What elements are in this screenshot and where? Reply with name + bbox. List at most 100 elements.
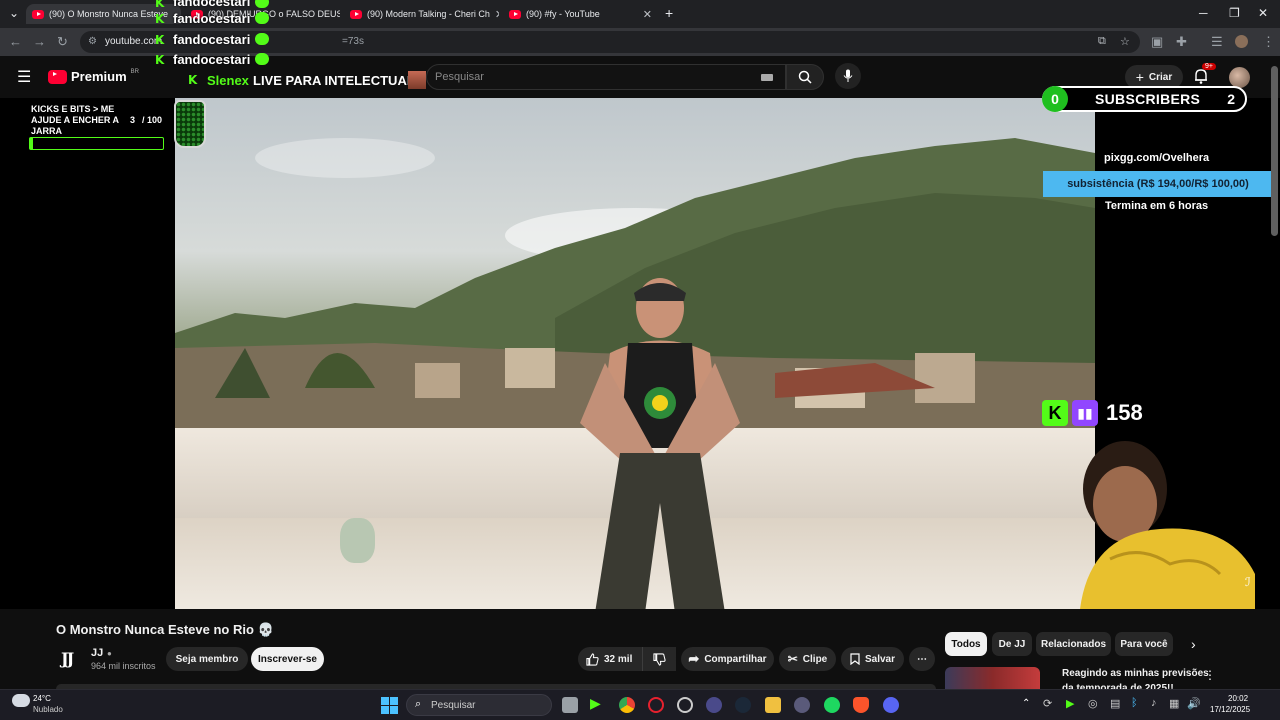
spotify-icon[interactable] [824, 697, 840, 713]
tray-overflow-icon[interactable]: ⌃ [1022, 698, 1030, 709]
close-window-icon[interactable]: ✕ [1258, 6, 1268, 20]
maximize-icon[interactable]: ❐ [1229, 6, 1240, 20]
browser-menu-icon[interactable]: ⋮ [1262, 34, 1275, 50]
goal-progress: 3 [130, 115, 136, 125]
chip-label: Todos [951, 638, 981, 650]
network-icon[interactable]: ▦ [1169, 697, 1179, 710]
video-title-text: O Monstro Nunca Esteve no Rio [56, 622, 254, 637]
save-button[interactable]: Salvar [841, 647, 904, 671]
keyboard-icon[interactable] [761, 74, 773, 81]
forward-icon[interactable]: → [33, 34, 46, 49]
search-input[interactable]: Pesquisar [426, 64, 786, 90]
chip-for-you[interactable]: Para você [1115, 632, 1173, 656]
weather-cloud-icon [12, 694, 30, 707]
app-icon[interactable] [794, 697, 810, 713]
potted-plant [340, 518, 375, 563]
related-video-menu-icon[interactable]: ⋮ [1204, 668, 1216, 682]
opera-icon[interactable] [648, 697, 664, 713]
app-icon[interactable] [706, 697, 722, 713]
account-avatar[interactable] [1229, 67, 1250, 88]
join-label: Seja membro [175, 653, 239, 665]
back-icon[interactable]: ← [9, 34, 22, 49]
subscribe-button[interactable]: Inscrever-se [251, 647, 324, 671]
github-icon[interactable] [677, 697, 693, 713]
share-button[interactable]: ➦ Compartilhar [681, 647, 774, 671]
youtube-logo[interactable]: Premium BR [48, 69, 139, 84]
close-tab-icon[interactable]: ✕ [495, 8, 499, 21]
youtube-play-icon [48, 69, 67, 84]
page-scrollbar[interactable] [1271, 66, 1278, 236]
save-label: Salvar [864, 653, 896, 665]
profile-avatar[interactable] [1235, 35, 1248, 48]
bluetooth-icon[interactable]: ᛒ [1131, 697, 1138, 709]
extension-icon[interactable]: ▣ [1151, 34, 1163, 50]
minimize-icon[interactable]: ─ [1199, 6, 1208, 20]
chevron-right-icon[interactable]: › [1191, 636, 1196, 652]
extensions-puzzle-icon[interactable]: ✚ [1176, 34, 1187, 50]
channel-name[interactable]: JJ [91, 647, 103, 659]
chip-from-channel[interactable]: De JJ [992, 632, 1032, 656]
taskbar-search[interactable]: ⌕ Pesquisar [406, 694, 552, 716]
microphone-tray-icon[interactable]: ♪ [1151, 697, 1157, 709]
close-tab-icon[interactable]: ✕ [643, 8, 652, 21]
chat-emote-icon [255, 53, 269, 65]
viewer-count: 158 [1106, 400, 1143, 425]
youtube-favicon-icon [509, 9, 521, 19]
tray-app-icon[interactable]: ◎ [1088, 697, 1098, 710]
goal-label: KICKS E BITS > ME AJUDE A ENCHER A JARRA [31, 104, 119, 136]
steam-icon[interactable] [735, 697, 751, 713]
search-button[interactable] [786, 64, 824, 90]
bookmark-star-icon[interactable]: ☆ [1120, 35, 1130, 48]
microphone-icon [843, 69, 853, 82]
tray-app-icon[interactable]: ▤ [1110, 697, 1120, 710]
volume-icon[interactable]: 🔊 [1187, 697, 1201, 710]
channel-logo[interactable]: JJ [61, 649, 74, 668]
clock-date[interactable]: 17/12/2025 [1210, 705, 1250, 714]
clock-time[interactable]: 20:02 [1228, 694, 1248, 703]
weather-temp[interactable]: 24°C [33, 694, 51, 703]
site-info-icon[interactable]: ⚙ [88, 36, 97, 47]
subs-label: SUBSCRIBERS [1094, 91, 1201, 107]
share-label: Compartilhar [704, 653, 767, 665]
chip-label: Relacionados [1040, 638, 1107, 650]
tray-kick-icon[interactable]: ▶ [1066, 697, 1074, 710]
voice-search-button[interactable] [835, 63, 861, 89]
brave-icon[interactable] [853, 697, 869, 713]
chip-label: Para você [1120, 638, 1168, 650]
more-icon: ⋯ [917, 653, 927, 665]
new-tab-icon[interactable]: + [665, 5, 673, 21]
left-overlay-panel: KICKS E BITS > ME AJUDE A ENCHER A JARRA… [0, 98, 175, 609]
tray-app-icon[interactable]: ⟳ [1043, 697, 1052, 710]
reload-icon[interactable]: ↻ [57, 34, 68, 50]
tab-4[interactable]: (90) #fy - YouTube ✕ [503, 4, 658, 24]
chip-all[interactable]: Todos [945, 632, 987, 656]
related-video-thumbnail[interactable] [945, 667, 1040, 689]
weather-desc[interactable]: Nublado [33, 705, 63, 714]
region-badge: BR [130, 69, 139, 75]
chip-related[interactable]: Relacionados [1036, 632, 1111, 656]
streamer-name: Slenex [207, 73, 249, 88]
clip-button[interactable]: ✂ Clipe [779, 647, 836, 671]
install-app-icon[interactable]: ⧉ [1098, 35, 1106, 48]
video-player[interactable] [175, 98, 1095, 609]
tab-3[interactable]: (90) Modern Talking - Cheri Ch ✕ [344, 4, 499, 24]
task-view-icon[interactable] [562, 697, 578, 713]
related-video-title[interactable]: Reagindo as minhas previsões [1062, 668, 1209, 679]
media-controls-icon[interactable]: ☰ [1211, 34, 1223, 50]
discord-icon[interactable] [883, 697, 899, 713]
chrome-icon[interactable] [619, 697, 635, 713]
more-actions-button[interactable]: ⋯ [909, 647, 935, 671]
file-explorer-icon[interactable] [765, 697, 781, 713]
ends-in-text: Termina em 6 horas [1105, 200, 1209, 212]
hamburger-menu-icon[interactable]: ☰ [17, 67, 31, 87]
youtube-favicon-icon [32, 9, 44, 19]
join-button[interactable]: Seja membro [166, 647, 248, 671]
windows-start-icon[interactable] [381, 697, 398, 714]
subscriber-count: 964 mil inscritos [91, 661, 156, 671]
tab-search-icon[interactable]: ⌄ [9, 6, 19, 20]
dislike-button[interactable] [642, 647, 676, 671]
scissors-icon: ✂ [787, 652, 798, 666]
kick-app-icon[interactable]: ▶ [590, 695, 606, 711]
bookmark-icon [850, 653, 860, 665]
subsistence-goal-bar: subsistência (R$ 194,00/R$ 100,00) [1043, 171, 1273, 197]
